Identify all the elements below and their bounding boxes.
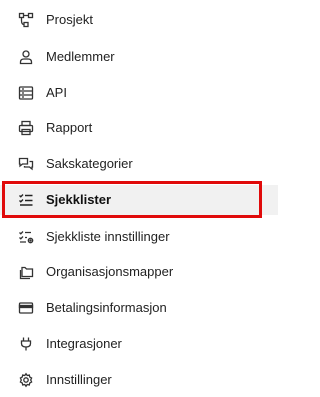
menu-item-label: Rapport bbox=[46, 120, 93, 135]
project-nodes-icon bbox=[18, 12, 34, 28]
menu-item-label: Prosjekt bbox=[46, 12, 93, 27]
menu-item-sakskategorier[interactable]: Sakskategorier bbox=[0, 149, 278, 179]
checklist-icon bbox=[18, 192, 34, 208]
menu-item-organisasjonsmapper[interactable]: Organisasjonsmapper bbox=[0, 257, 278, 287]
plug-icon bbox=[18, 336, 34, 352]
printer-icon bbox=[18, 120, 34, 136]
menu-item-sjekklister[interactable]: Sjekklister bbox=[0, 185, 278, 215]
menu-item-label: Sjekkliste innstillinger bbox=[46, 229, 170, 244]
checklist-settings-icon bbox=[18, 229, 34, 245]
server-icon bbox=[18, 85, 34, 101]
chat-bubbles-icon bbox=[18, 156, 34, 172]
menu-item-label: Organisasjonsmapper bbox=[46, 264, 174, 279]
menu-item-api[interactable]: API bbox=[0, 78, 278, 108]
menu-item-label: Integrasjoner bbox=[46, 336, 122, 351]
folders-icon bbox=[18, 264, 34, 280]
menu-item-label: API bbox=[46, 85, 67, 100]
menu-item-label: Medlemmer bbox=[46, 49, 115, 64]
menu-item-medlemmer[interactable]: Medlemmer bbox=[0, 42, 278, 72]
menu-item-label: Sjekklister bbox=[46, 192, 112, 207]
credit-card-icon bbox=[18, 300, 34, 316]
gear-icon bbox=[18, 372, 34, 388]
menu-item-label: Betalingsinformasjon bbox=[46, 300, 167, 315]
menu-item-label: Sakskategorier bbox=[46, 156, 133, 171]
menu-item-innstillinger[interactable]: Innstillinger bbox=[0, 365, 278, 395]
menu-item-betalingsinformasjon[interactable]: Betalingsinformasjon bbox=[0, 293, 278, 323]
menu-item-rapport[interactable]: Rapport bbox=[0, 113, 278, 143]
menu-item-label: Innstillinger bbox=[46, 372, 112, 387]
user-icon bbox=[18, 49, 34, 65]
menu-item-prosjekt[interactable]: Prosjekt bbox=[0, 5, 278, 35]
menu-item-integrasjoner[interactable]: Integrasjoner bbox=[0, 329, 278, 359]
settings-sidebar-menu: Prosjekt Medlemmer API Rapport Sakskateg… bbox=[0, 0, 278, 397]
menu-item-sjekkliste-innstillinger[interactable]: Sjekkliste innstillinger bbox=[0, 222, 278, 252]
